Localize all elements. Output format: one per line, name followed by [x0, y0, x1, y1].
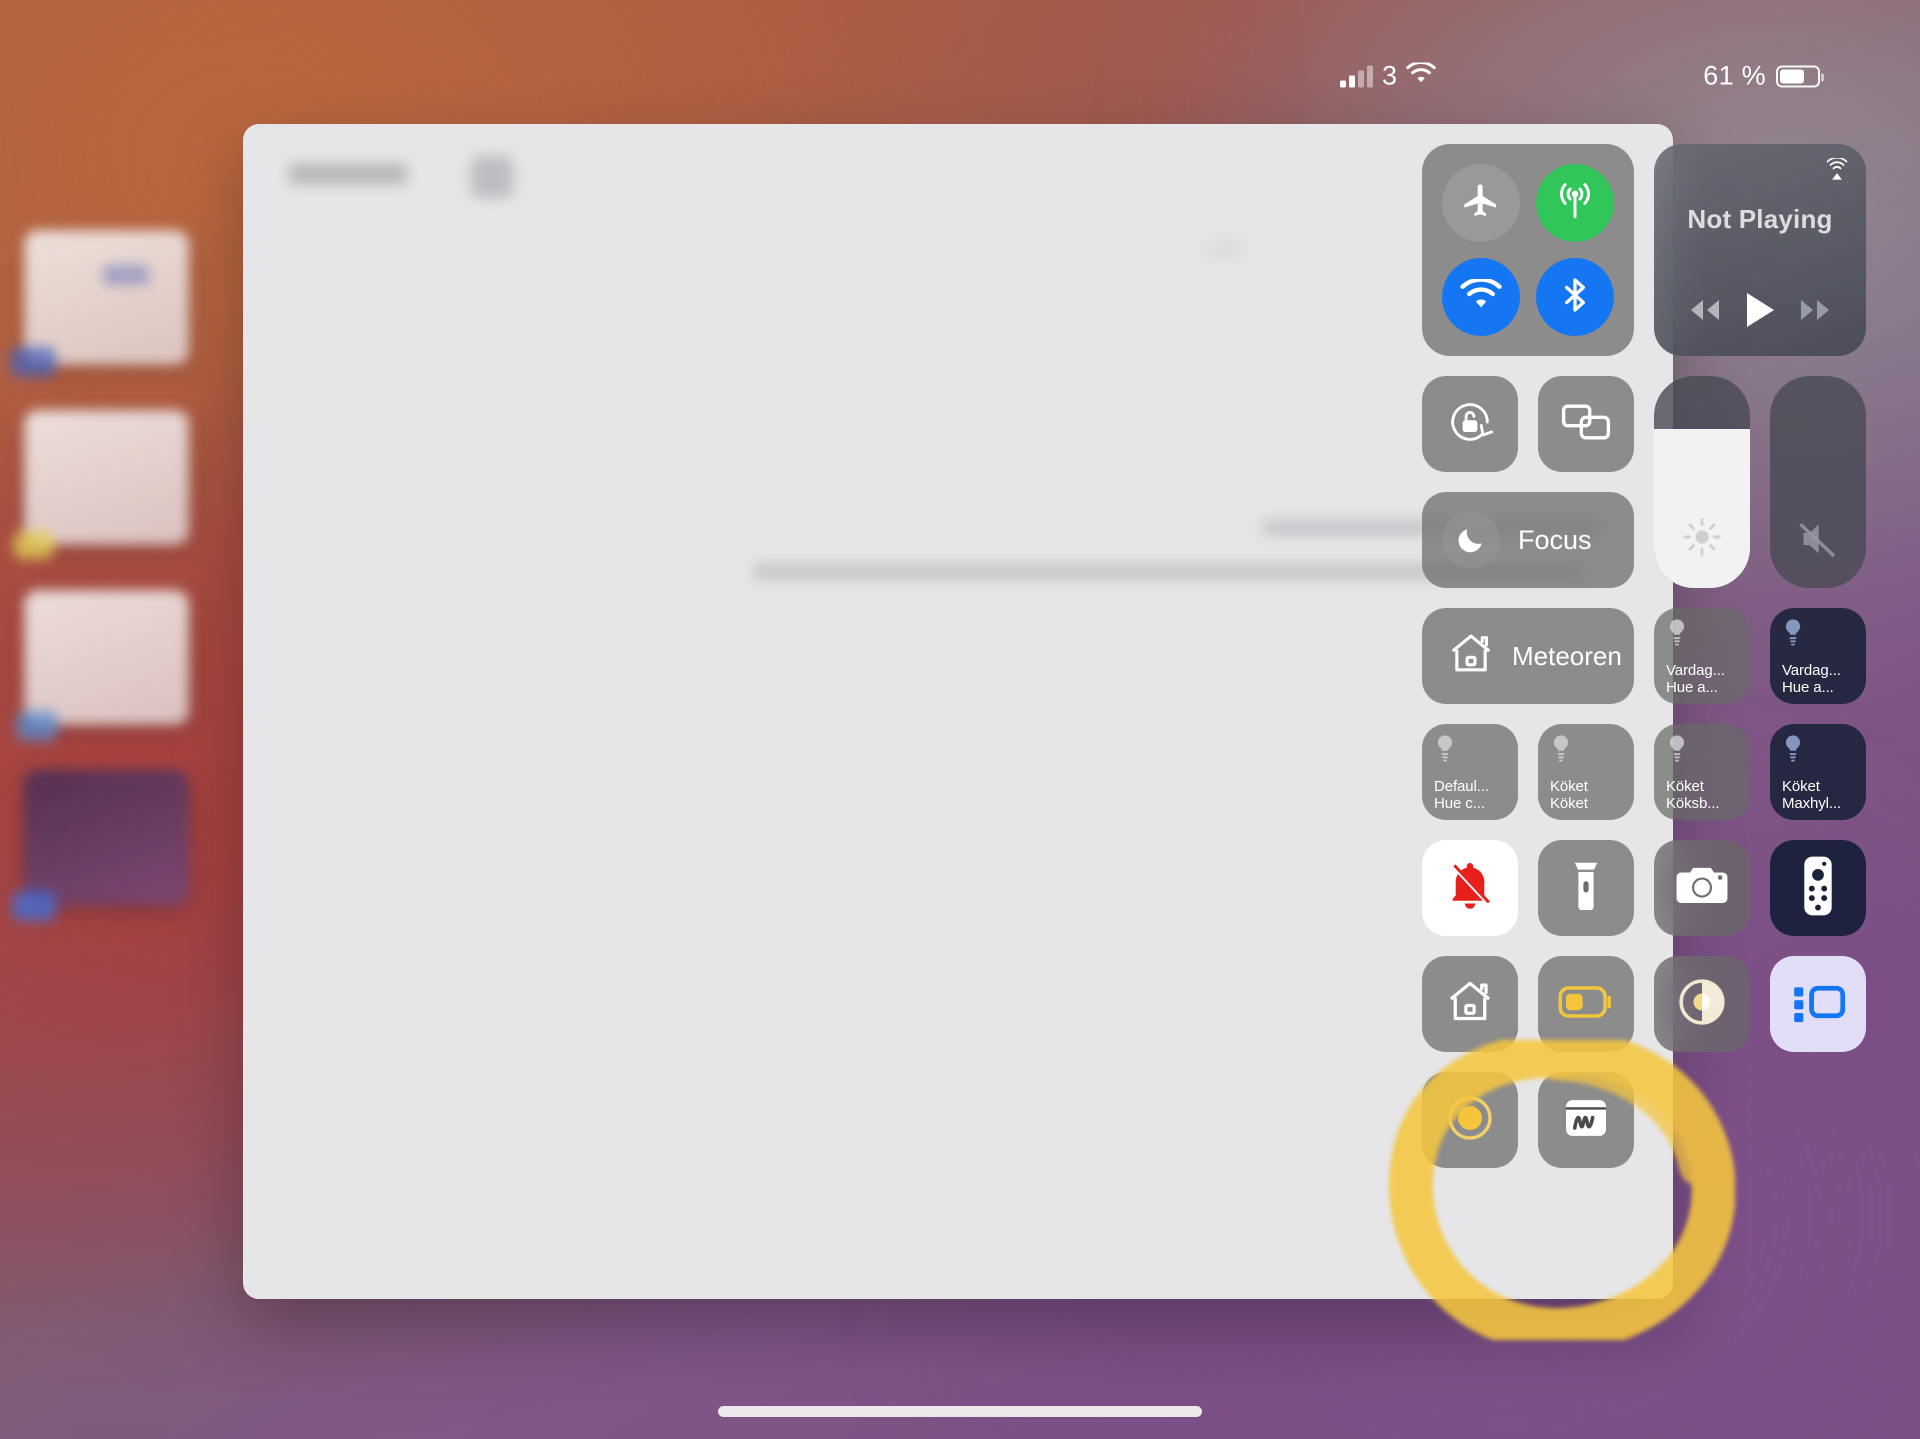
lightbulb-icon [1782, 618, 1856, 653]
accessory-label: Vardag... Hue a... [1782, 662, 1841, 696]
home-icon [1446, 629, 1496, 684]
accessory-label: Köket Köket [1550, 778, 1588, 812]
stage-manager-icon [1790, 980, 1846, 1029]
accessory-label: Köket Maxhyl... [1782, 778, 1842, 812]
airplay-icon[interactable] [1824, 156, 1850, 189]
bluetooth-toggle[interactable] [1536, 258, 1614, 336]
airplane-mode-toggle[interactable] [1442, 164, 1520, 242]
lightbulb-icon [1434, 734, 1508, 769]
home-house-label: Meteoren [1512, 640, 1622, 671]
dark-mode-icon [1677, 977, 1727, 1032]
stage-manager-toggle[interactable] [1770, 956, 1866, 1052]
camera-icon [1675, 863, 1729, 914]
airplane-icon [1461, 181, 1501, 226]
fast-forward-icon[interactable] [1795, 297, 1835, 328]
moon-icon [1442, 511, 1500, 569]
home-house-tile[interactable]: Meteoren [1422, 608, 1634, 704]
dark-mode-toggle[interactable] [1654, 956, 1750, 1052]
home-indicator[interactable] [718, 1406, 1202, 1417]
accessory-tile[interactable]: Köket Köket [1538, 724, 1634, 820]
control-center[interactable]: Not Playing Focus Meteoren Vardag... Hue… [1422, 144, 1866, 1188]
app-window-title-placeholder [289, 164, 407, 184]
accessory-tile[interactable]: Vardag... Hue a... [1654, 608, 1750, 704]
brightness-icon [1680, 515, 1724, 564]
rewind-icon[interactable] [1685, 297, 1725, 328]
media-transport-controls [1654, 291, 1866, 334]
accessory-label: Vardag... Hue a... [1666, 662, 1725, 696]
control-center-row: Meteoren Vardag... Hue a... Vardag... Hu… [1422, 608, 1866, 704]
lightbulb-icon [1666, 734, 1740, 769]
screen-mirroring-toggle[interactable] [1538, 376, 1634, 472]
accessory-label: Köket Köksb... [1666, 778, 1720, 812]
status-bar: 3 61 % [0, 0, 1920, 108]
control-center-row: Defaul... Hue c... Köket Köket Köket Kök… [1422, 724, 1866, 820]
carrier-label: 3 [1382, 60, 1398, 91]
media-title: Not Playing [1687, 203, 1833, 234]
stage-manager-strip[interactable] [10, 230, 214, 950]
cellular-antenna-icon [1554, 180, 1596, 227]
stage-manager-window-thumb[interactable] [16, 590, 189, 741]
low-power-mode-toggle[interactable] [1538, 956, 1634, 1052]
camera-button[interactable] [1654, 840, 1750, 936]
apple-tv-remote-button[interactable] [1770, 840, 1866, 936]
control-center-row [1422, 1072, 1866, 1168]
mute-icon [1796, 519, 1840, 564]
volume-slider[interactable] [1770, 376, 1866, 588]
connectivity-module[interactable] [1422, 144, 1634, 356]
quick-note-icon [1561, 1093, 1611, 1148]
control-center-row [1422, 956, 1866, 1052]
play-icon[interactable] [1743, 291, 1777, 334]
accessory-tile[interactable]: Vardag... Hue a... [1770, 608, 1866, 704]
focus-label: Focus [1518, 524, 1592, 555]
flashlight-toggle[interactable] [1538, 840, 1634, 936]
media-playback-module[interactable]: Not Playing [1654, 144, 1866, 356]
cellular-data-toggle[interactable] [1536, 164, 1614, 242]
bluetooth-icon [1555, 275, 1595, 320]
stage-manager-window-thumb[interactable] [14, 410, 189, 559]
screen-recording-toggle[interactable] [1422, 1072, 1518, 1168]
focus-toggle[interactable]: Focus [1422, 492, 1634, 588]
rotation-lock-toggle[interactable] [1422, 376, 1518, 472]
silent-mode-toggle[interactable] [1422, 840, 1518, 936]
control-center-row: Focus [1422, 376, 1866, 588]
rotation-lock-icon [1444, 396, 1496, 453]
home-icon [1444, 976, 1496, 1033]
toggles-column: Focus [1422, 376, 1634, 588]
wifi-icon [1406, 60, 1436, 90]
screen-mirroring-icon [1558, 399, 1614, 450]
screen-record-icon [1446, 1094, 1494, 1147]
accessory-tile[interactable]: Köket Köksb... [1654, 724, 1750, 820]
home-app-button[interactable] [1422, 956, 1518, 1052]
stage-manager-window-thumb[interactable] [12, 770, 189, 921]
cellular-signal-icon [1340, 65, 1373, 87]
bell-slash-icon [1444, 860, 1496, 917]
control-center-row: Not Playing [1422, 144, 1866, 356]
accessory-label: Defaul... Hue c... [1434, 778, 1489, 812]
lightbulb-icon [1550, 734, 1624, 769]
flashlight-icon [1564, 860, 1608, 917]
wifi-icon [1460, 276, 1502, 316]
app-window-icon-placeholder [471, 156, 513, 198]
tv-remote-icon [1801, 855, 1835, 922]
lightbulb-icon [1782, 734, 1856, 769]
accessory-tile[interactable]: Defaul... Hue c... [1422, 724, 1518, 820]
stage-manager-window-thumb[interactable] [10, 230, 189, 377]
brightness-slider[interactable] [1654, 376, 1750, 588]
accessory-tile[interactable]: Köket Maxhyl... [1770, 724, 1866, 820]
control-center-row [1422, 840, 1866, 936]
wifi-toggle[interactable] [1442, 258, 1520, 336]
battery-icon [1558, 985, 1614, 1024]
ipad-screen: 3 61 % Not Playing Focus Meteoren Vardag… [0, 0, 1920, 1439]
lightbulb-icon [1666, 618, 1740, 653]
battery-percent-label: 61 % [1703, 60, 1766, 91]
quick-note-button[interactable] [1538, 1072, 1634, 1168]
battery-icon [1776, 65, 1824, 87]
app-window-content-line [1205, 244, 1245, 253]
